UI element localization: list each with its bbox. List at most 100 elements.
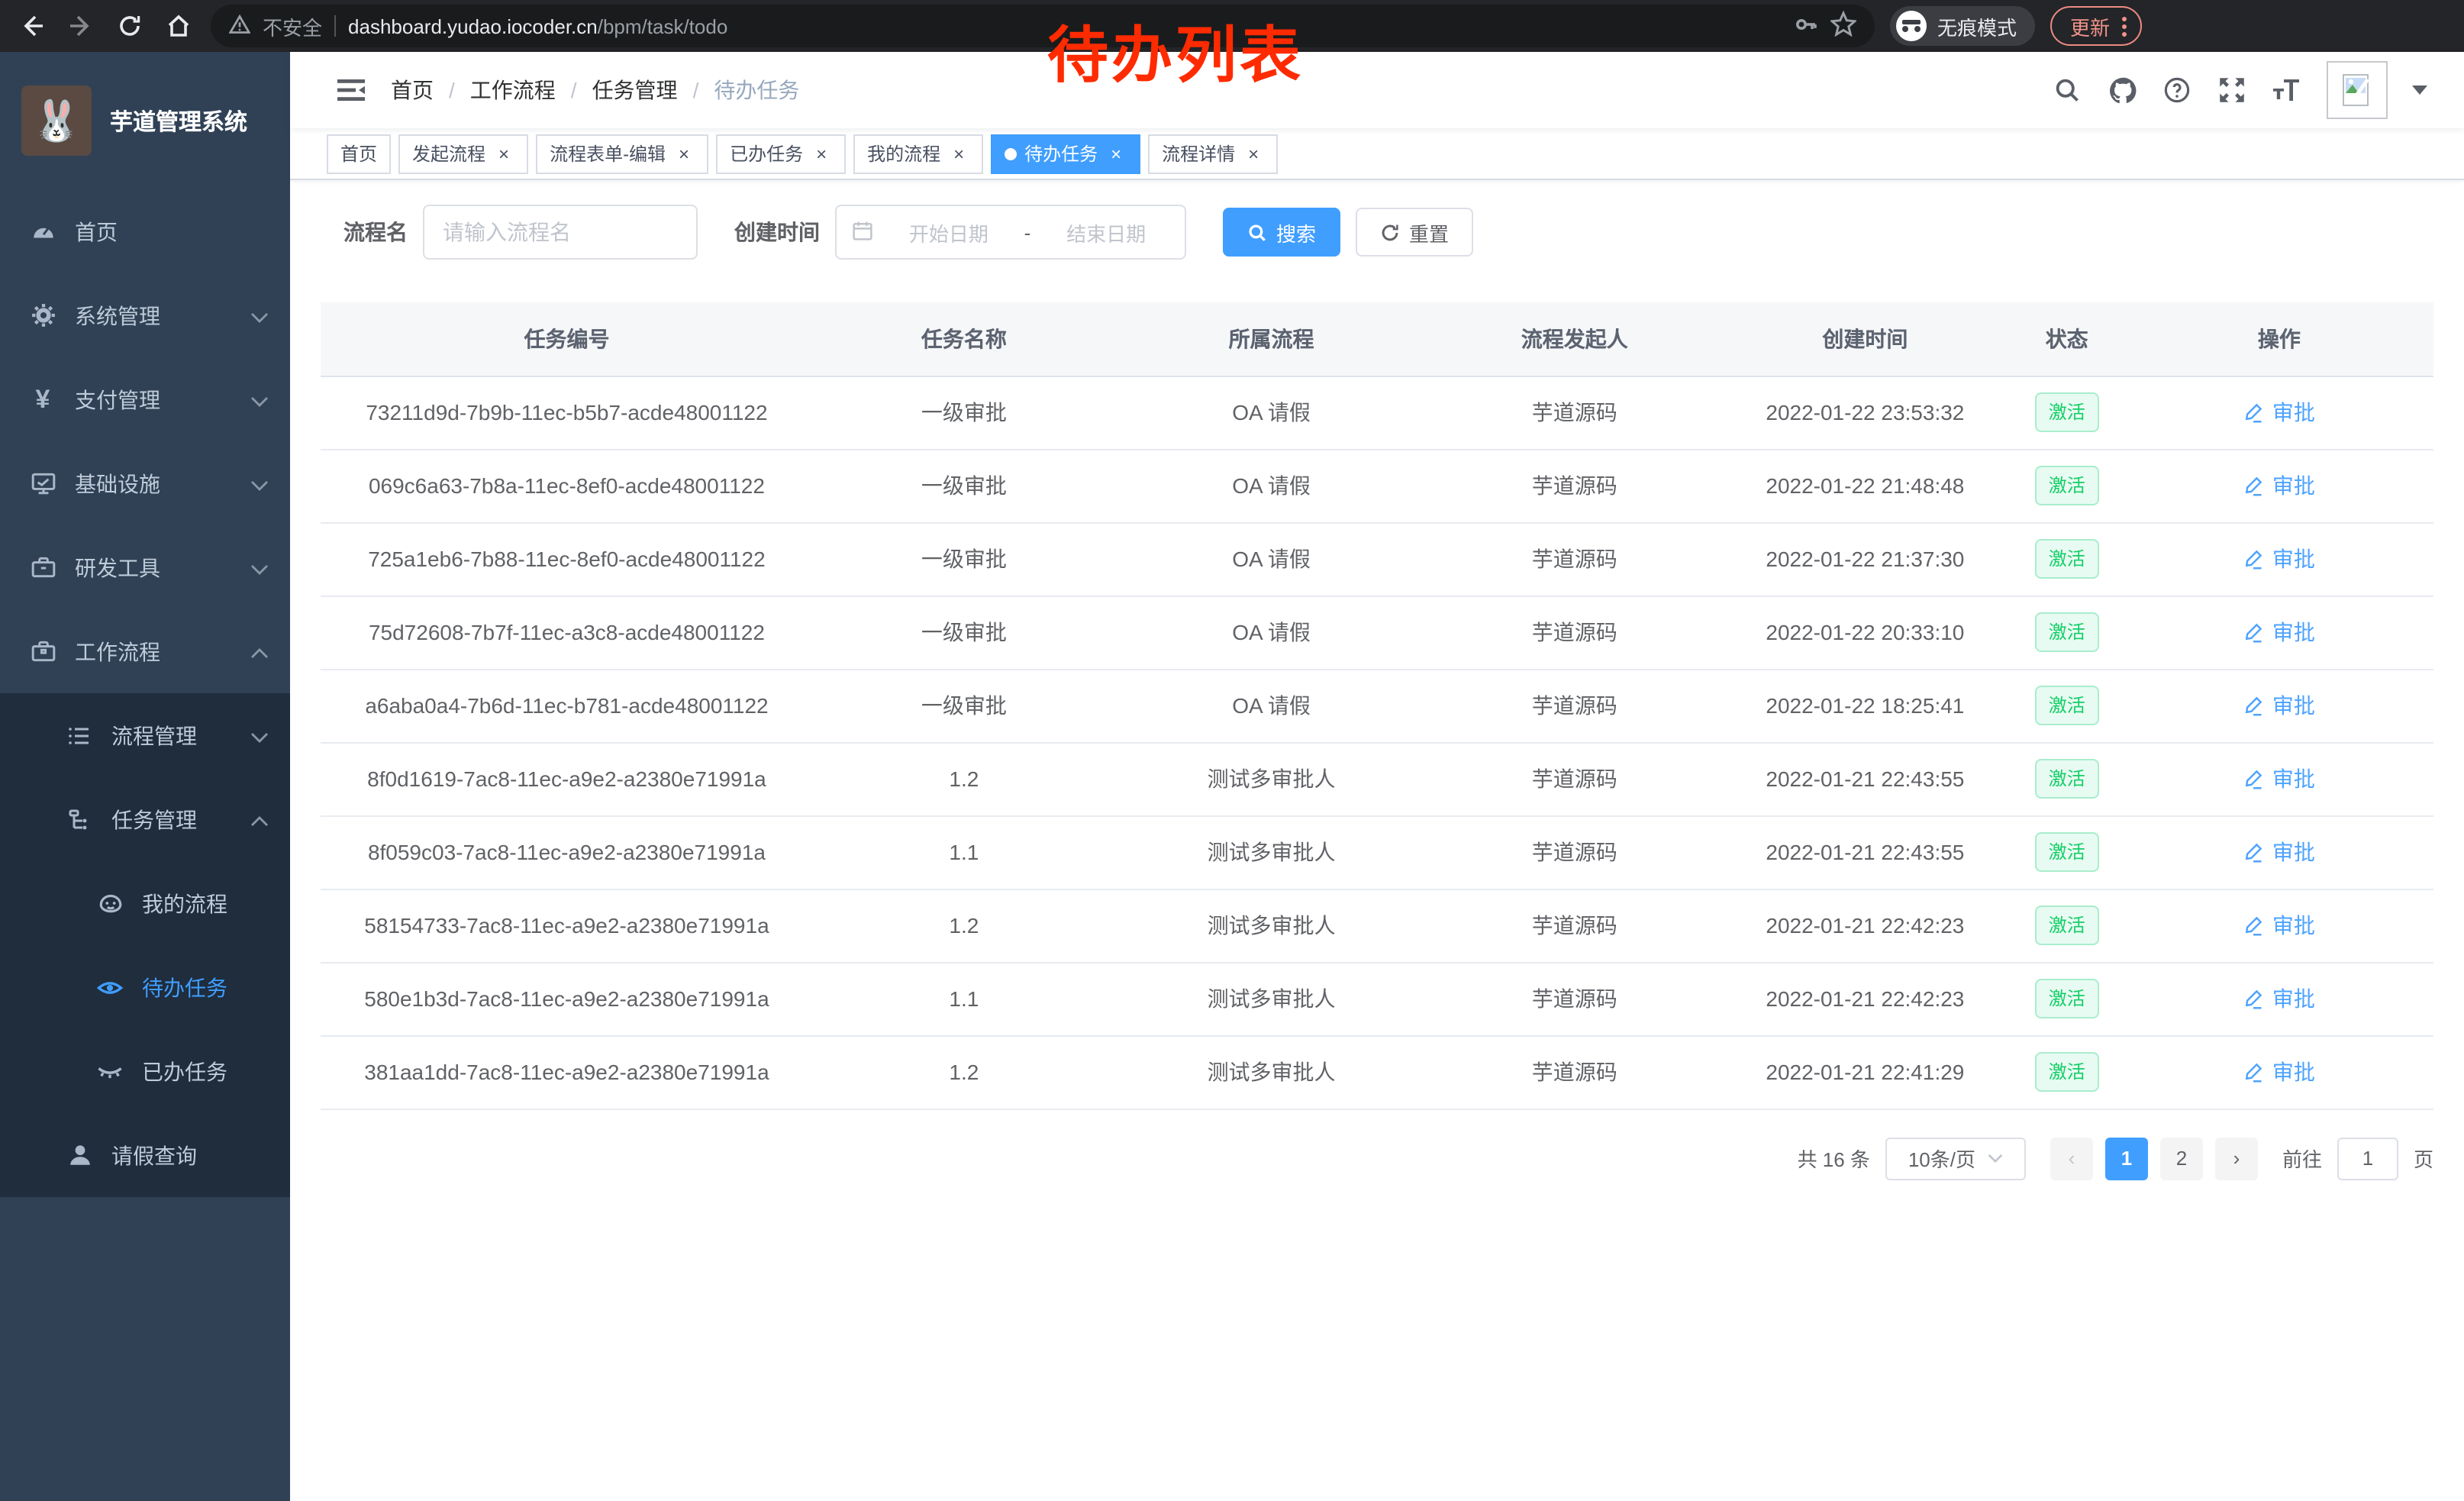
process-cell: 测试多审批人: [1115, 962, 1428, 1035]
approve-link[interactable]: 审批: [2243, 910, 2315, 941]
avatar[interactable]: [2327, 61, 2388, 119]
sidebar-item-home[interactable]: 首页: [0, 189, 290, 273]
status-badge: 激活: [2035, 759, 2099, 799]
process-name-label: 流程名: [343, 217, 408, 247]
actions-cell: 审批: [2125, 522, 2433, 596]
forward-icon[interactable]: [64, 9, 98, 43]
breadcrumb-separator: /: [693, 78, 699, 102]
task-name-cell: 1.2: [813, 889, 1115, 962]
browser-menu-icon[interactable]: [2122, 16, 2127, 36]
approve-link[interactable]: 审批: [2243, 983, 2315, 1014]
home-icon[interactable]: [162, 9, 195, 43]
approve-link[interactable]: 审批: [2243, 1057, 2315, 1087]
total-count: 共 16 条: [1798, 1144, 1870, 1173]
tab-todo-tasks[interactable]: 待办任务×: [991, 134, 1140, 173]
tab-process-detail[interactable]: 流程详情×: [1148, 134, 1278, 173]
approve-link[interactable]: 审批: [2243, 617, 2315, 647]
workflow-submenu: 流程管理 任务管理 我的流程: [0, 693, 290, 1197]
search-button[interactable]: 搜索: [1223, 208, 1340, 257]
starter-cell: 芋道源码: [1427, 596, 1721, 669]
sidebar-item-process-mgmt[interactable]: 流程管理: [0, 693, 290, 777]
avatar-caret-icon[interactable]: [2412, 86, 2427, 95]
sidebar-item-todo-tasks[interactable]: 待办任务: [0, 945, 290, 1029]
app-logo: 🐰: [21, 86, 92, 156]
update-button[interactable]: 更新: [2050, 6, 2142, 46]
collapse-sidebar-icon[interactable]: [336, 75, 366, 105]
starter-cell: 芋道源码: [1427, 522, 1721, 596]
tab-home[interactable]: 首页: [327, 134, 391, 173]
table-row: 381aa1dd-7ac8-11ec-a9e2-a2380e71991a 1.2…: [321, 1035, 2433, 1109]
close-icon[interactable]: ×: [948, 143, 969, 164]
breadcrumb-task-mgmt[interactable]: 任务管理: [592, 75, 678, 105]
date-range-picker[interactable]: 开始日期 - 结束日期: [835, 205, 1186, 260]
close-icon[interactable]: ×: [811, 143, 832, 164]
end-date-placeholder: 结束日期: [1043, 218, 1169, 247]
sidebar-item-workflow[interactable]: 工作流程: [0, 609, 290, 693]
goto-page-input[interactable]: [2337, 1137, 2398, 1180]
key-icon[interactable]: [1794, 11, 1818, 40]
back-icon[interactable]: [15, 9, 49, 43]
sidebar-item-devtools[interactable]: 研发工具: [0, 525, 290, 609]
edit-icon: [2243, 988, 2265, 1009]
page-2-button[interactable]: 2: [2160, 1137, 2203, 1180]
sidebar-item-leave-query[interactable]: 请假查询: [0, 1113, 290, 1197]
tab-form-edit[interactable]: 流程表单-编辑×: [536, 134, 708, 173]
github-icon[interactable]: [2107, 75, 2137, 105]
update-label: 更新: [2070, 11, 2110, 40]
security-label: 不安全: [263, 11, 322, 40]
bookmark-star-icon[interactable]: [1830, 11, 1856, 41]
sidebar-item-done-tasks[interactable]: 已办任务: [0, 1029, 290, 1113]
next-page-button[interactable]: ›: [2215, 1137, 2258, 1180]
search-icon[interactable]: [2052, 75, 2082, 105]
process-name-input[interactable]: [423, 205, 698, 260]
sidebar-item-payment[interactable]: ¥ 支付管理: [0, 357, 290, 441]
approve-link[interactable]: 审批: [2243, 470, 2315, 501]
close-icon[interactable]: ×: [673, 143, 695, 164]
sidebar-item-task-mgmt[interactable]: 任务管理: [0, 777, 290, 861]
col-task-id: 任务编号: [321, 302, 813, 376]
incognito-label: 无痕模式: [1937, 11, 2017, 40]
incognito-badge: 无痕模式: [1890, 6, 2035, 46]
actions-cell: 审批: [2125, 449, 2433, 522]
font-size-icon[interactable]: [2272, 75, 2302, 105]
approve-link[interactable]: 审批: [2243, 837, 2315, 867]
close-icon[interactable]: ×: [1243, 143, 1264, 164]
approve-link[interactable]: 审批: [2243, 763, 2315, 794]
tab-start-process[interactable]: 发起流程×: [398, 134, 528, 173]
prev-page-button[interactable]: ‹: [2050, 1137, 2093, 1180]
fullscreen-icon[interactable]: [2217, 75, 2247, 105]
close-icon[interactable]: ×: [1105, 143, 1127, 164]
tab-done-tasks[interactable]: 已办任务×: [716, 134, 846, 173]
chevron-down-icon: [250, 471, 269, 495]
task-id-cell: 580e1b3d-7ac8-11ec-a9e2-a2380e71991a: [321, 962, 813, 1035]
process-cell: OA 请假: [1115, 376, 1428, 449]
sidebar-item-my-process[interactable]: 我的流程: [0, 861, 290, 945]
status-cell: 激活: [2009, 962, 2125, 1035]
process-cell: OA 请假: [1115, 522, 1428, 596]
help-icon[interactable]: [2162, 75, 2192, 105]
close-icon[interactable]: ×: [493, 143, 514, 164]
breadcrumb-home[interactable]: 首页: [391, 75, 434, 105]
reload-icon[interactable]: [113, 9, 147, 43]
edit-icon: [2243, 475, 2265, 496]
eye-icon: [96, 973, 124, 1001]
sidebar-item-infra[interactable]: 基础设施: [0, 441, 290, 525]
tab-my-process[interactable]: 我的流程×: [853, 134, 983, 173]
approve-link[interactable]: 审批: [2243, 544, 2315, 574]
process-cell: OA 请假: [1115, 669, 1428, 742]
actions-cell: 审批: [2125, 376, 2433, 449]
reset-button[interactable]: 重置: [1356, 208, 1473, 257]
created-cell: 2022-01-21 22:43:55: [1721, 742, 2008, 815]
created-cell: 2022-01-22 21:37:30: [1721, 522, 2008, 596]
sidebar-item-system[interactable]: 系统管理: [0, 273, 290, 357]
app-logo-row[interactable]: 🐰 芋道管理系统: [0, 52, 290, 189]
table-row: 8f059c03-7ac8-11ec-a9e2-a2380e71991a 1.1…: [321, 815, 2433, 889]
chevron-down-icon: [250, 303, 269, 328]
approve-link[interactable]: 审批: [2243, 397, 2315, 428]
approve-link[interactable]: 审批: [2243, 690, 2315, 721]
actions-cell: 审批: [2125, 742, 2433, 815]
url-bar[interactable]: 不安全 dashboard.yudao.iocoder.cn/bpm/task/…: [211, 5, 1875, 47]
breadcrumb-workflow[interactable]: 工作流程: [470, 75, 556, 105]
page-1-button[interactable]: 1: [2105, 1137, 2148, 1180]
page-size-select[interactable]: 10条/页: [1885, 1137, 2026, 1180]
